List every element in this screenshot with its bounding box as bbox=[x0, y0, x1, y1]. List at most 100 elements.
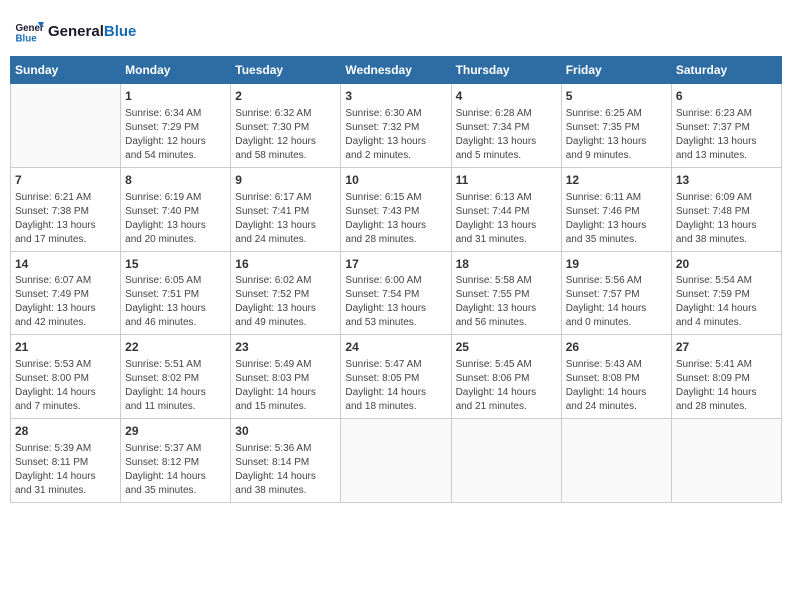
calendar-cell: 24 Sunrise: 5:47 AM Sunset: 8:05 PM Dayli… bbox=[341, 335, 451, 419]
calendar-cell bbox=[11, 84, 121, 168]
day-info: Sunrise: 5:54 AM Sunset: 7:59 PM Dayligh… bbox=[676, 274, 777, 330]
day-info: Sunrise: 5:41 AM Sunset: 8:09 PM Dayligh… bbox=[676, 358, 777, 414]
calendar-cell: 20Sunrise: 5:54 AM Sunset: 7:59 PM Dayli… bbox=[671, 251, 781, 335]
day-info: Sunrise: 6:28 AM Sunset: 7:34 PM Dayligh… bbox=[456, 107, 557, 163]
day-info: Sunrise: 6:30 AM Sunset: 7:32 PM Dayligh… bbox=[345, 107, 446, 163]
day-info: Sunrise: 5:45 AM Sunset: 8:06 PM Dayligh… bbox=[456, 358, 557, 414]
calendar-cell: 19Sunrise: 5:56 AM Sunset: 7:57 PM Dayli… bbox=[561, 251, 671, 335]
day-info: Sunrise: 5:58 AM Sunset: 7:55 PM Dayligh… bbox=[456, 274, 557, 330]
day-number: 24 bbox=[345, 339, 446, 356]
day-number: 4 bbox=[456, 88, 557, 105]
day-number: 21 bbox=[15, 339, 116, 356]
day-number: 17 bbox=[345, 256, 446, 273]
day-info: Sunrise: 5:51 AM Sunset: 8:02 PM Dayligh… bbox=[125, 358, 226, 414]
calendar-cell: 21 Sunrise: 5:53 AM Sunset: 8:00 PM Dayli… bbox=[11, 335, 121, 419]
day-number: 12 bbox=[566, 172, 667, 189]
day-number: 15 bbox=[125, 256, 226, 273]
calendar-cell: 10 Sunrise: 6:15 AM Sunset: 7:43 PM Dayli… bbox=[341, 167, 451, 251]
day-number: 9 bbox=[235, 172, 336, 189]
day-header-sunday: Sunday bbox=[11, 57, 121, 84]
day-header-saturday: Saturday bbox=[671, 57, 781, 84]
day-header-friday: Friday bbox=[561, 57, 671, 84]
day-header-tuesday: Tuesday bbox=[231, 57, 341, 84]
page-header: General Blue GeneralBlue bbox=[10, 10, 782, 52]
day-header-thursday: Thursday bbox=[451, 57, 561, 84]
day-info: Sunrise: 6:00 AM Sunset: 7:54 PM Dayligh… bbox=[345, 274, 446, 330]
calendar-cell: 9 Sunrise: 6:17 AM Sunset: 7:41 PM Daylig… bbox=[231, 167, 341, 251]
day-info: Sunrise: 6:17 AM Sunset: 7:41 PM Dayligh… bbox=[235, 191, 336, 247]
day-number: 23 bbox=[235, 339, 336, 356]
day-number: 2 bbox=[235, 88, 336, 105]
day-number: 18 bbox=[456, 256, 557, 273]
day-info: Sunrise: 6:13 AM Sunset: 7:44 PM Dayligh… bbox=[456, 191, 557, 247]
calendar-cell: 6 Sunrise: 6:23 AM Sunset: 7:37 PM Daylig… bbox=[671, 84, 781, 168]
calendar-cell: 5 Sunrise: 6:25 AM Sunset: 7:35 PM Daylig… bbox=[561, 84, 671, 168]
day-info: Sunrise: 5:36 AM Sunset: 8:14 PM Dayligh… bbox=[235, 442, 336, 498]
day-number: 19 bbox=[566, 256, 667, 273]
calendar-cell: 8Sunrise: 6:19 AM Sunset: 7:40 PM Daylig… bbox=[121, 167, 231, 251]
calendar-cell: 29 Sunrise: 5:37 AM Sunset: 8:12 PM Dayli… bbox=[121, 419, 231, 503]
calendar-cell: 7 Sunrise: 6:21 AM Sunset: 7:38 PM Daylig… bbox=[11, 167, 121, 251]
day-info: Sunrise: 6:07 AM Sunset: 7:49 PM Dayligh… bbox=[15, 274, 116, 330]
day-info: Sunrise: 5:37 AM Sunset: 8:12 PM Dayligh… bbox=[125, 442, 226, 498]
calendar-cell: 11 Sunrise: 6:13 AM Sunset: 7:44 PM Dayli… bbox=[451, 167, 561, 251]
day-info: Sunrise: 6:09 AM Sunset: 7:48 PM Dayligh… bbox=[676, 191, 777, 247]
day-number: 28 bbox=[15, 423, 116, 440]
day-header-wednesday: Wednesday bbox=[341, 57, 451, 84]
day-number: 20 bbox=[676, 256, 777, 273]
calendar-cell: 26 Sunrise: 5:43 AM Sunset: 8:08 PM Dayli… bbox=[561, 335, 671, 419]
calendar-cell: 30Sunrise: 5:36 AM Sunset: 8:14 PM Dayli… bbox=[231, 419, 341, 503]
day-number: 22 bbox=[125, 339, 226, 356]
day-number: 26 bbox=[566, 339, 667, 356]
calendar-cell: 16Sunrise: 6:02 AM Sunset: 7:52 PM Dayli… bbox=[231, 251, 341, 335]
day-info: Sunrise: 6:25 AM Sunset: 7:35 PM Dayligh… bbox=[566, 107, 667, 163]
calendar-cell: 27 Sunrise: 5:41 AM Sunset: 8:09 PM Dayli… bbox=[671, 335, 781, 419]
calendar-cell: 17Sunrise: 6:00 AM Sunset: 7:54 PM Dayli… bbox=[341, 251, 451, 335]
calendar-cell: 4 Sunrise: 6:28 AM Sunset: 7:34 PM Daylig… bbox=[451, 84, 561, 168]
day-info: Sunrise: 6:15 AM Sunset: 7:43 PM Dayligh… bbox=[345, 191, 446, 247]
calendar-cell: 12 Sunrise: 6:11 AM Sunset: 7:46 PM Dayli… bbox=[561, 167, 671, 251]
day-number: 7 bbox=[15, 172, 116, 189]
day-number: 13 bbox=[676, 172, 777, 189]
day-info: Sunrise: 6:23 AM Sunset: 7:37 PM Dayligh… bbox=[676, 107, 777, 163]
logo-text: GeneralBlue bbox=[48, 23, 136, 40]
day-info: Sunrise: 6:34 AM Sunset: 7:29 PM Dayligh… bbox=[125, 107, 226, 163]
calendar-cell bbox=[561, 419, 671, 503]
day-info: Sunrise: 6:32 AM Sunset: 7:30 PM Dayligh… bbox=[235, 107, 336, 163]
calendar-cell: 15Sunrise: 6:05 AM Sunset: 7:51 PM Dayli… bbox=[121, 251, 231, 335]
day-number: 6 bbox=[676, 88, 777, 105]
day-info: Sunrise: 6:11 AM Sunset: 7:46 PM Dayligh… bbox=[566, 191, 667, 247]
day-number: 5 bbox=[566, 88, 667, 105]
day-number: 27 bbox=[676, 339, 777, 356]
day-info: Sunrise: 6:05 AM Sunset: 7:51 PM Dayligh… bbox=[125, 274, 226, 330]
calendar-cell: 2 Sunrise: 6:32 AM Sunset: 7:30 PM Daylig… bbox=[231, 84, 341, 168]
calendar-cell: 3 Sunrise: 6:30 AM Sunset: 7:32 PM Daylig… bbox=[341, 84, 451, 168]
calendar-cell: 23 Sunrise: 5:49 AM Sunset: 8:03 PM Dayli… bbox=[231, 335, 341, 419]
day-number: 1 bbox=[125, 88, 226, 105]
day-info: Sunrise: 5:49 AM Sunset: 8:03 PM Dayligh… bbox=[235, 358, 336, 414]
day-info: Sunrise: 5:56 AM Sunset: 7:57 PM Dayligh… bbox=[566, 274, 667, 330]
calendar-cell: 1 Sunrise: 6:34 AM Sunset: 7:29 PM Daylig… bbox=[121, 84, 231, 168]
day-info: Sunrise: 6:21 AM Sunset: 7:38 PM Dayligh… bbox=[15, 191, 116, 247]
calendar-cell: 25 Sunrise: 5:45 AM Sunset: 8:06 PM Dayli… bbox=[451, 335, 561, 419]
day-number: 29 bbox=[125, 423, 226, 440]
svg-text:Blue: Blue bbox=[16, 34, 38, 45]
day-info: Sunrise: 5:43 AM Sunset: 8:08 PM Dayligh… bbox=[566, 358, 667, 414]
calendar-table: SundayMondayTuesdayWednesdayThursdayFrid… bbox=[10, 56, 782, 503]
calendar-cell: 13 Sunrise: 6:09 AM Sunset: 7:48 PM Dayli… bbox=[671, 167, 781, 251]
day-info: Sunrise: 6:02 AM Sunset: 7:52 PM Dayligh… bbox=[235, 274, 336, 330]
day-number: 10 bbox=[345, 172, 446, 189]
calendar-cell: 22 Sunrise: 5:51 AM Sunset: 8:02 PM Dayli… bbox=[121, 335, 231, 419]
day-number: 11 bbox=[456, 172, 557, 189]
logo-icon: General Blue bbox=[14, 16, 44, 46]
day-info: Sunrise: 5:47 AM Sunset: 8:05 PM Dayligh… bbox=[345, 358, 446, 414]
day-info: Sunrise: 5:53 AM Sunset: 8:00 PM Dayligh… bbox=[15, 358, 116, 414]
day-info: Sunrise: 6:19 AM Sunset: 7:40 PM Dayligh… bbox=[125, 191, 226, 247]
calendar-cell bbox=[451, 419, 561, 503]
day-number: 3 bbox=[345, 88, 446, 105]
calendar-cell: 28Sunrise: 5:39 AM Sunset: 8:11 PM Dayli… bbox=[11, 419, 121, 503]
calendar-cell bbox=[671, 419, 781, 503]
day-header-monday: Monday bbox=[121, 57, 231, 84]
day-number: 25 bbox=[456, 339, 557, 356]
calendar-cell bbox=[341, 419, 451, 503]
